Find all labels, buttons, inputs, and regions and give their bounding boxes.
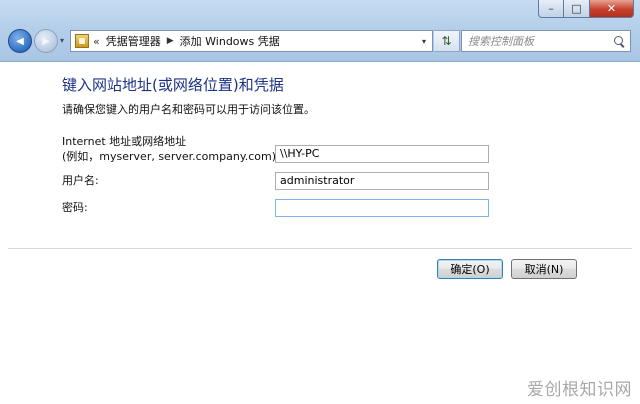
- watermark: 爱创根知识网: [527, 380, 632, 400]
- window-controls: – □ ✕: [538, 0, 634, 18]
- search-placeholder: 搜索控制面板: [468, 35, 534, 48]
- username-field[interactable]: administrator: [275, 172, 489, 190]
- address-label: Internet 地址或网络地址 (例如，myserver, server.co…: [62, 134, 280, 164]
- back-arrow-icon: ◀: [16, 35, 24, 47]
- address-label-line1: Internet 地址或网络地址: [62, 135, 187, 148]
- search-input[interactable]: 搜索控制面板: [461, 30, 631, 52]
- main-content: 键入网站地址(或网络位置)和凭据 请确保您键入的用户名和密码可以用于访问该位置。…: [0, 63, 640, 404]
- recent-pages-dropdown-icon[interactable]: ▾: [60, 36, 64, 45]
- network-address-field[interactable]: \\HY-PC: [275, 145, 489, 163]
- close-button[interactable]: ✕: [590, 0, 634, 18]
- minimize-button[interactable]: –: [538, 0, 564, 18]
- title-bar: – □ ✕ ◀ ▶ ▾ « 凭据管理器 ▶ 添加 Windows 凭据 ▾ ⇅ …: [0, 0, 640, 62]
- breadcrumb-overflow-icon[interactable]: «: [93, 35, 100, 48]
- search-icon[interactable]: [614, 35, 625, 47]
- password-field[interactable]: [275, 199, 489, 217]
- intro-text: 请确保您键入的用户名和密码可以用于访问该位置。: [62, 103, 315, 116]
- page-title: 键入网站地址(或网络位置)和凭据: [62, 76, 284, 94]
- back-button[interactable]: ◀: [8, 29, 32, 53]
- maximize-button[interactable]: □: [564, 0, 590, 18]
- address-label-line2: (例如，myserver, server.company.com):: [62, 150, 280, 163]
- forward-button[interactable]: ▶: [34, 29, 58, 53]
- refresh-icon: ⇅: [441, 34, 452, 48]
- password-label: 密码:: [62, 201, 88, 214]
- address-dropdown-icon[interactable]: ▾: [422, 37, 426, 46]
- forward-arrow-icon: ▶: [42, 35, 50, 47]
- refresh-button[interactable]: ⇅: [434, 30, 460, 52]
- cancel-button[interactable]: 取消(N): [511, 259, 577, 279]
- address-bar[interactable]: « 凭据管理器 ▶ 添加 Windows 凭据 ▾: [70, 30, 433, 52]
- divider: [8, 248, 632, 249]
- breadcrumb-credential-manager[interactable]: 凭据管理器: [106, 33, 161, 49]
- ok-button[interactable]: 确定(O): [437, 259, 503, 279]
- breadcrumb-separator-icon[interactable]: ▶: [167, 36, 174, 46]
- credential-manager-icon: [75, 34, 89, 48]
- username-label: 用户名:: [62, 174, 99, 187]
- breadcrumb-add-windows-credential[interactable]: 添加 Windows 凭据: [180, 33, 280, 49]
